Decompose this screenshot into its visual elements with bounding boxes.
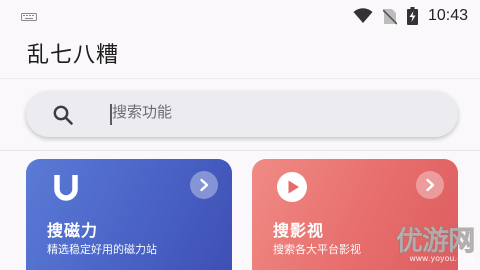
status-bar: 10:43 xyxy=(0,0,480,32)
chevron-right-icon xyxy=(426,178,435,192)
keyboard-icon xyxy=(21,13,37,21)
play-icon xyxy=(277,172,307,202)
header-divider xyxy=(0,78,480,79)
page-title: 乱七八糟 xyxy=(27,43,120,68)
section-divider xyxy=(0,150,480,151)
card-magnet-open-button[interactable] xyxy=(190,171,218,199)
search-bar[interactable] xyxy=(26,91,458,137)
card-video-open-button[interactable] xyxy=(416,171,444,199)
search-icon xyxy=(53,105,73,125)
card-magnet-title: 搜磁力 xyxy=(47,221,99,240)
card-video-search[interactable]: 搜影视 搜索各大平台影视 xyxy=(252,159,458,270)
search-input[interactable] xyxy=(112,103,412,121)
battery-charging-icon xyxy=(406,7,418,25)
card-video-subtitle: 搜索各大平台影视 xyxy=(273,243,361,256)
status-time: 10:43 xyxy=(427,7,468,24)
card-magnet-search[interactable]: 搜磁力 精选稳定好用的磁力站 xyxy=(26,159,232,270)
card-magnet-subtitle: 精选稳定好用的磁力站 xyxy=(47,243,157,256)
magnet-icon xyxy=(54,175,78,201)
wifi-icon xyxy=(353,8,373,23)
card-video-title: 搜影视 xyxy=(273,221,325,240)
no-sim-icon xyxy=(382,8,397,25)
chevron-right-icon xyxy=(200,178,209,192)
